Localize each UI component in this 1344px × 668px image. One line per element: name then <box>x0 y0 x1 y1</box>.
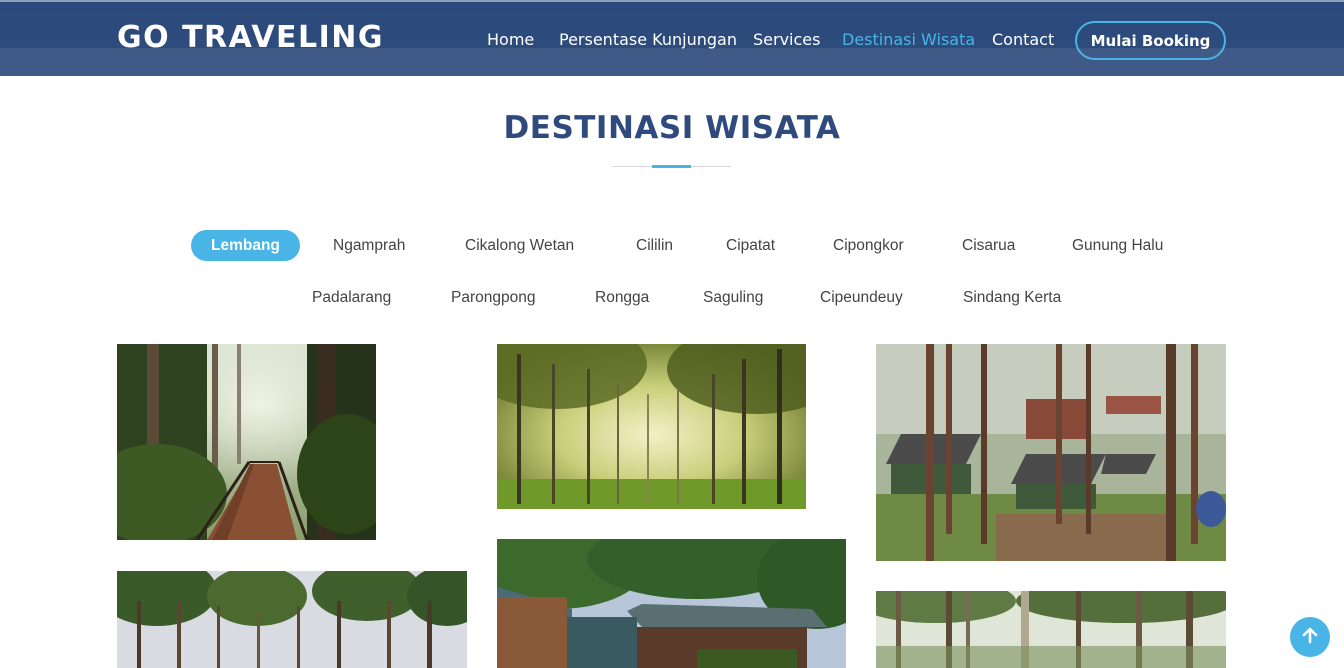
title-accent-bar <box>652 165 691 168</box>
filter-lembang[interactable]: Lembang <box>191 230 300 261</box>
booking-button[interactable]: Mulai Booking <box>1075 21 1226 60</box>
filter-cililin[interactable]: Cililin <box>636 230 673 261</box>
filter-gunung-halu[interactable]: Gunung Halu <box>1072 230 1163 261</box>
filter-saguling[interactable]: Saguling <box>703 282 763 313</box>
nav-home[interactable]: Home <box>487 30 534 49</box>
nav-contact[interactable]: Contact <box>992 30 1054 49</box>
filter-sindang-kerta[interactable]: Sindang Kerta <box>963 282 1061 313</box>
pine-canopy-photo[interactable] <box>117 571 467 668</box>
nav-destinasi-wisata[interactable]: Destinasi Wisata <box>842 30 975 49</box>
site-header: GO TRAVELING Home Persentase Kunjungan S… <box>0 0 1344 76</box>
pine-trunks-photo[interactable] <box>876 591 1226 668</box>
filter-rongga[interactable]: Rongga <box>595 282 649 313</box>
back-to-top-button[interactable] <box>1290 617 1330 657</box>
filter-parongpong[interactable]: Parongpong <box>451 282 535 313</box>
nav-services[interactable]: Services <box>753 30 820 49</box>
forest-cabin-photo[interactable] <box>497 539 846 668</box>
filter-padalarang[interactable]: Padalarang <box>312 282 391 313</box>
arrow-up-icon <box>1300 625 1320 649</box>
misty-pine-forest-photo[interactable] <box>497 344 806 509</box>
filter-cisarua[interactable]: Cisarua <box>962 230 1015 261</box>
nav-persentase-kunjungan[interactable]: Persentase Kunjungan <box>559 30 737 49</box>
filter-cipongkor[interactable]: Cipongkor <box>833 230 904 261</box>
filter-cipeundeuy[interactable]: Cipeundeuy <box>820 282 903 313</box>
forest-boardwalk-photo[interactable] <box>117 344 376 540</box>
forest-campsite-photo[interactable] <box>876 344 1226 561</box>
section-title: DESTINASI WISATA <box>503 110 841 146</box>
site-logo[interactable]: GO TRAVELING <box>117 20 384 55</box>
filter-cikalong-wetan[interactable]: Cikalong Wetan <box>465 230 574 261</box>
filter-ngamprah[interactable]: Ngamprah <box>333 230 405 261</box>
filter-cipatat[interactable]: Cipatat <box>726 230 775 261</box>
